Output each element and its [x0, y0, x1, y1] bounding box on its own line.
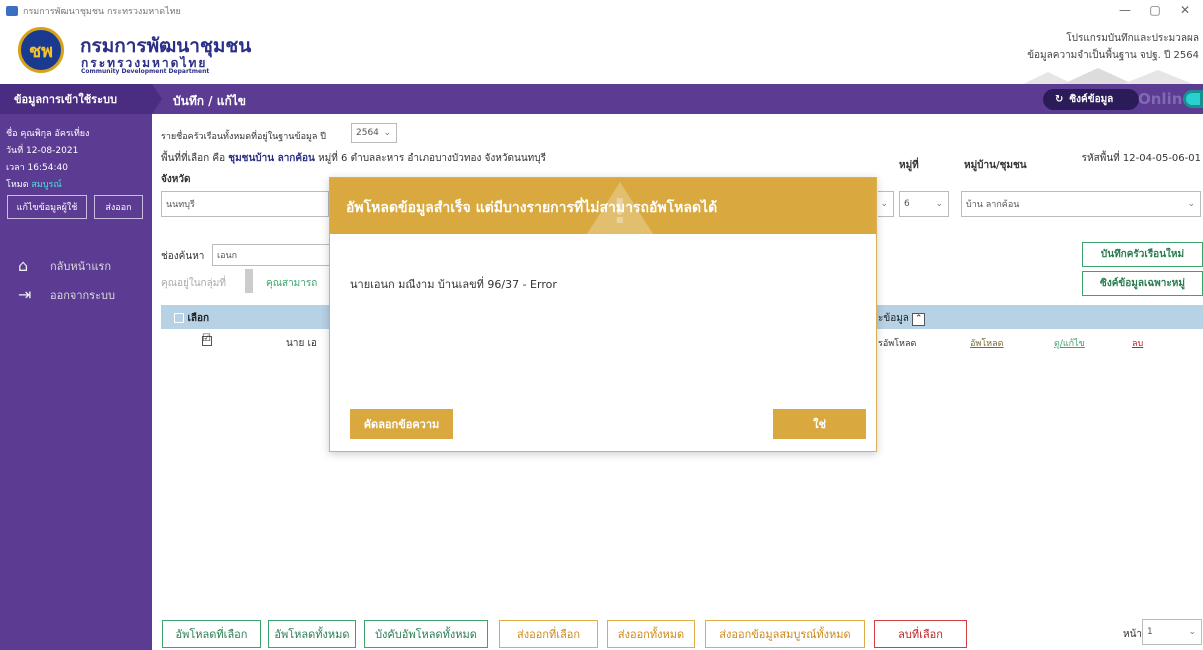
- app-header: ชพ กรมการพัฒนาชุมชน กระทรวงมหาดไทย Commu…: [0, 22, 1203, 84]
- window-title-bar: กรมการพัฒนาชุมชน กระทรวงมหาดไทย — ▢ ✕: [0, 0, 1203, 22]
- export-selected-button[interactable]: ส่งออกที่เลือก: [499, 620, 598, 648]
- edit-user-button[interactable]: แก้ไขข้อมูลผู้ใช้: [7, 195, 87, 219]
- mode-label: โหมด: [6, 180, 29, 190]
- menu-home[interactable]: ⌂ กลับหน้าแรก: [18, 256, 111, 275]
- row-upload-link[interactable]: อัพโหลด: [970, 336, 1003, 350]
- chevron-down-icon: ⌄: [1187, 199, 1195, 209]
- export-all-button[interactable]: ส่งออกทั้งหมด: [607, 620, 695, 648]
- search-value: เอนก: [217, 251, 238, 261]
- nav-arrow: [152, 84, 162, 114]
- department-logo: ชพ: [18, 27, 64, 73]
- dialog-title: อัพโหลดข้อมูลสำเร็จ แต่มีบางรายการที่ไม่…: [346, 200, 718, 216]
- status-header-label: ะข้อมูล: [878, 313, 909, 324]
- upload-all-button[interactable]: อัพโหลดทั้งหมด: [268, 620, 356, 648]
- force-upload-all-button[interactable]: บังคับอัพโหลดทั้งหมด: [364, 620, 488, 648]
- select-all-checkbox[interactable]: [174, 313, 184, 323]
- row-edit-link[interactable]: ดู/แก้ไข: [1054, 336, 1085, 350]
- search-label: ช่องค้นหา: [161, 251, 205, 262]
- chevron-down-icon: ⌄: [935, 199, 943, 209]
- page-title: บันทึก / แก้ไข: [173, 94, 246, 108]
- mode-value: สมบูรณ์: [31, 180, 62, 190]
- sort-up-icon[interactable]: ⌃: [912, 313, 926, 326]
- login-date: วันที่ 12-08-2021: [6, 146, 79, 156]
- search-input[interactable]: เอนก: [212, 244, 332, 266]
- select-header-label: เลือก: [187, 313, 210, 324]
- app-icon: [6, 6, 18, 16]
- maximize-button[interactable]: ▢: [1140, 3, 1170, 17]
- window-title: กรมการพัฒนาชุมชน กระทรวงมหาดไทย: [23, 7, 181, 17]
- year-select[interactable]: 2564 ⌄: [351, 123, 397, 143]
- tab-in-group[interactable]: คุณอยู่ในกลุ่มที่: [161, 276, 226, 291]
- login-info-header: ข้อมูลการเข้าใช้ระบบ: [0, 84, 152, 114]
- moo-label: หมู่ที่: [899, 160, 919, 171]
- close-button[interactable]: ✕: [1170, 3, 1200, 17]
- province-value: นนทบุรี: [166, 200, 195, 210]
- sync-moo-button[interactable]: ซิงค์ข้อมูลเฉพาะหมู่: [1082, 271, 1203, 296]
- chevron-down-icon: ⌄: [880, 199, 888, 209]
- sidebar: ชื่อ คุณพิกุล อัครเที่ยง วันที่ 12-08-20…: [0, 114, 152, 650]
- row-delete-link[interactable]: ลบ: [1132, 336, 1143, 350]
- chevron-down-icon: ⌄: [383, 128, 391, 138]
- status-column-header[interactable]: ะข้อมูล ⌃: [878, 311, 926, 326]
- nav-bar: ข้อมูลการเข้าใช้ระบบ บันทึก / แก้ไข ↻ ซิ…: [0, 84, 1203, 114]
- org-name-english: Community Development Department: [81, 68, 210, 75]
- select-all-column[interactable]: เลือก: [174, 311, 209, 326]
- moo-value: 6: [904, 199, 910, 209]
- dialog-header: ! อัพโหลดข้อมูลสำเร็จ แต่มีบางรายการที่ไ…: [330, 178, 876, 234]
- village-value: บ้าน ลากค้อน: [966, 200, 1020, 210]
- moo-select[interactable]: 6 ⌄: [899, 191, 949, 217]
- row-check-mark: ☑: [202, 333, 211, 344]
- page-select[interactable]: 1 ⌄: [1142, 619, 1202, 645]
- tab-can[interactable]: คุณสามารถ: [266, 276, 317, 291]
- online-toggle[interactable]: [1183, 90, 1203, 108]
- province-select[interactable]: นนทบุรี: [161, 191, 329, 217]
- user-name: ชื่อ คุณพิกุล อัครเที่ยง: [6, 129, 90, 139]
- refresh-icon: ↻: [1055, 94, 1064, 105]
- page-label: หน้า: [1123, 629, 1143, 640]
- year-value: 2564: [356, 128, 379, 138]
- dialog-message: นายเอนก มณีงาม บ้านเลขที่ 96/37 - Error: [350, 278, 557, 291]
- chevron-down-icon: ⌄: [1188, 627, 1196, 637]
- household-list-label: รายชื่อครัวเรือนทั้งหมดที่อยู่ในฐานข้อมู…: [161, 132, 326, 142]
- village-label: หมู่บ้าน/ชุมชน: [964, 160, 1027, 171]
- area-code: รหัสพื้นที่ 12-04-05-06-01: [1081, 153, 1201, 164]
- page-value: 1: [1147, 627, 1153, 637]
- ok-button[interactable]: ใช่: [773, 409, 866, 439]
- area-prefix: พื้นที่ที่เลือก คือ: [161, 153, 226, 164]
- moo-prev-select[interactable]: ⌄: [878, 191, 894, 217]
- row-name: นาย เอ: [286, 338, 317, 349]
- login-time: เวลา 16:54:40: [6, 163, 68, 173]
- minimize-button[interactable]: —: [1110, 3, 1140, 17]
- logout-icon: ⇥: [18, 285, 32, 304]
- area-rest: หมู่ที่ 6 ตำบลละหาร อำเภอบางบัวทอง จังหว…: [318, 153, 546, 164]
- tab-divider: [245, 269, 253, 293]
- houses-decoration: [1023, 68, 1193, 84]
- export-complete-button[interactable]: ส่งออกข้อมูลสมบูรณ์ทั้งหมด: [705, 620, 865, 648]
- delete-selected-button[interactable]: ลบที่เลือก: [874, 620, 967, 648]
- export-button[interactable]: ส่งออก: [94, 195, 143, 219]
- selected-area: พื้นที่ที่เลือก คือ ชุมชนบ้าน ลากค้อน หม…: [161, 151, 546, 166]
- menu-home-label: กลับหน้าแรก: [50, 259, 111, 273]
- program-name: โปรแกรมบันทึกและประมวลผล: [1066, 33, 1199, 44]
- upload-selected-button[interactable]: อัพโหลดที่เลือก: [162, 620, 261, 648]
- program-subtitle: ข้อมูลความจำเป็นพื้นฐาน จปฐ. ปี 2564: [1027, 50, 1199, 61]
- mode-line: โหมด สมบูรณ์: [6, 177, 62, 191]
- home-icon: ⌂: [18, 256, 29, 275]
- upload-result-dialog: ! อัพโหลดข้อมูลสำเร็จ แต่มีบางรายการที่ไ…: [329, 177, 877, 452]
- sync-data-button[interactable]: ↻ ซิงค์ข้อมูล: [1043, 89, 1139, 110]
- copy-text-button[interactable]: คัดลอกข้อความ: [350, 409, 453, 439]
- village-select[interactable]: บ้าน ลากค้อน ⌄: [961, 191, 1201, 217]
- new-household-button[interactable]: บันทึกครัวเรือนใหม่: [1082, 242, 1203, 267]
- province-label: จังหวัด: [161, 174, 191, 185]
- sync-label: ซิงค์ข้อมูล: [1069, 94, 1114, 105]
- area-value: ชุมชนบ้าน ลากค้อน: [228, 153, 315, 164]
- menu-logout[interactable]: ⇥ ออกจากระบบ: [18, 285, 115, 304]
- menu-logout-label: ออกจากระบบ: [50, 288, 115, 302]
- row-status: รอัพโหลด: [878, 339, 917, 349]
